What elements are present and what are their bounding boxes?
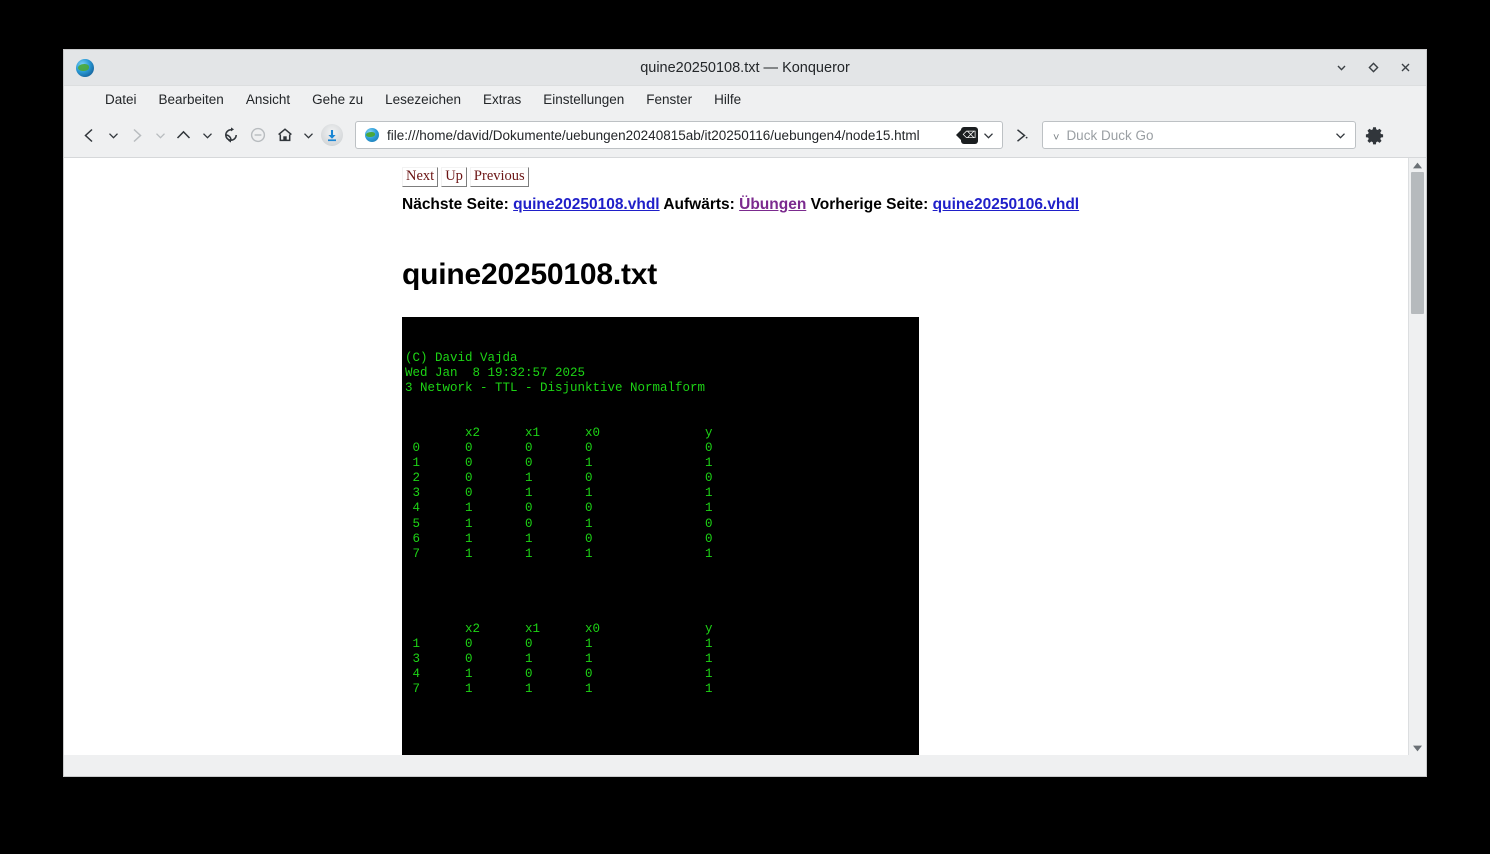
page-viewport: Next Up Previous Nächste Seite: quine202… [64,158,1426,755]
menu-einstellungen[interactable]: Einstellungen [532,89,635,110]
up-label: Aufwärts: [663,196,734,213]
vertical-scrollbar[interactable] [1408,158,1426,755]
search-chevron-down-icon[interactable] [1330,120,1350,150]
menu-datei[interactable]: Datei [94,89,148,110]
up-icon[interactable] [170,120,197,150]
status-bar [64,755,1426,776]
scrollbar-track[interactable] [1409,172,1426,741]
close-button[interactable] [1394,57,1416,79]
home-icon[interactable] [271,120,298,150]
gear-icon[interactable] [1365,126,1384,145]
previous-page-link[interactable]: quine20250106.vhdl [933,196,1079,213]
next-page-link[interactable]: quine20250108.vhdl [513,196,659,213]
up-link[interactable]: Übungen [739,196,806,213]
go-arrow-icon[interactable] [1007,127,1035,144]
menu-bar: Datei Bearbeiten Ansicht Gehe zu Lesezei… [64,86,1426,113]
url-bar[interactable]: file:///home/david/Dokumente/uebungen202… [355,121,1003,149]
html-document: Next Up Previous Nächste Seite: quine202… [64,158,1408,755]
terminal-output-block: (C) David Vajda Wed Jan 8 19:32:57 2025 … [402,317,919,755]
menu-extras[interactable]: Extras [472,89,532,110]
nav-breadcrumb-line: Nächste Seite: quine20250108.vhdl Aufwär… [402,196,1408,214]
menu-ansicht[interactable]: Ansicht [235,89,301,110]
window-title: quine20250108.txt — Konqueror [64,60,1426,76]
konqueror-window: quine20250108.txt — Konqueror Datei Bear… [64,50,1426,776]
reload-icon[interactable] [217,120,244,150]
navigation-toolbar: file:///home/david/Dokumente/uebungen202… [64,113,1426,158]
nav-next-button[interactable]: Next [402,167,438,187]
forward-history-chevron-down-icon [150,120,170,150]
menu-gehe-zu[interactable]: Gehe zu [301,89,374,110]
home-chevron-down-icon[interactable] [298,120,318,150]
nav-previous-button[interactable]: Previous [470,167,529,187]
minimize-button[interactable] [1330,57,1352,79]
search-bar[interactable]: ˅ Duck Duck Go [1042,121,1356,149]
menu-hilfe[interactable]: Hilfe [703,89,752,110]
url-chevron-down-icon[interactable] [978,120,998,150]
up-history-chevron-down-icon[interactable] [197,120,217,150]
forward-icon [123,120,150,150]
window-controls [1330,57,1416,79]
download-icon[interactable] [321,124,343,146]
title-bar: quine20250108.txt — Konqueror [64,50,1426,86]
stop-icon [244,120,271,150]
search-provider-icon: ˅ [1053,135,1059,141]
clear-url-glyph: ⌫ [963,130,976,141]
scrollbar-thumb[interactable] [1411,172,1424,314]
next-page-label: Nächste Seite: [402,196,509,213]
back-icon[interactable] [76,120,103,150]
clear-url-button[interactable]: ⌫ [961,127,978,144]
scroll-up-icon[interactable] [1409,158,1426,172]
previous-page-label: Vorherige Seite: [811,196,929,213]
latex2html-nav-panel: Next Up Previous [402,167,1408,187]
page-title: quine20250108.txt [402,258,1408,292]
menu-fenster[interactable]: Fenster [635,89,703,110]
scroll-down-icon[interactable] [1409,741,1426,755]
search-input[interactable]: Duck Duck Go [1066,128,1330,143]
menu-lesezeichen[interactable]: Lesezeichen [374,89,472,110]
menu-bearbeiten[interactable]: Bearbeiten [148,89,235,110]
nav-up-button[interactable]: Up [441,167,467,187]
url-input[interactable]: file:///home/david/Dokumente/uebungen202… [387,128,961,143]
back-history-chevron-down-icon[interactable] [103,120,123,150]
maximize-button[interactable] [1362,57,1384,79]
url-globe-icon [365,128,379,142]
globe-icon [76,59,94,77]
